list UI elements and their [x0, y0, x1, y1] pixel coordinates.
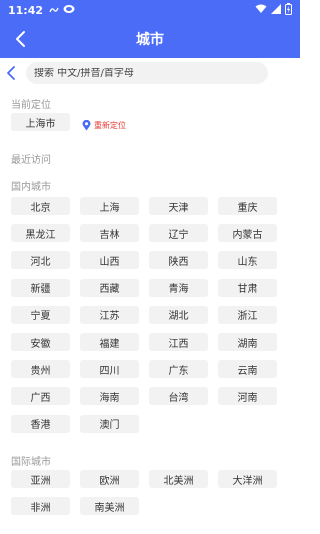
recent-visits-title: 最近访问: [11, 155, 51, 166]
city-chip[interactable]: 江苏: [80, 305, 139, 324]
city-chip[interactable]: 江西: [149, 333, 208, 351]
international-cities-title: 国际城市: [11, 457, 51, 468]
city-chip[interactable]: 辽宁: [149, 224, 208, 243]
page-title: 城市: [136, 32, 164, 48]
location-pin-icon: [82, 120, 91, 131]
city-chip[interactable]: 欧洲: [80, 470, 139, 488]
status-time: 11:42: [8, 3, 44, 17]
city-chip[interactable]: 新疆: [11, 278, 70, 297]
domestic-cities-title: 国内城市: [11, 182, 51, 193]
city-chip[interactable]: 湖北: [149, 305, 208, 324]
city-chip[interactable]: 海南: [80, 387, 139, 406]
search-row: [0, 60, 300, 86]
search-input[interactable]: [34, 67, 254, 79]
city-chip[interactable]: 宁夏: [11, 305, 70, 324]
chevron-left-icon: [7, 66, 15, 80]
city-chip[interactable]: 四川: [80, 360, 139, 379]
app-notification-icon: [63, 4, 75, 17]
city-chip[interactable]: 甘肃: [218, 278, 277, 297]
city-chip[interactable]: 广西: [11, 387, 70, 406]
city-chip[interactable]: 福建: [80, 333, 139, 351]
city-chip[interactable]: 内蒙古: [218, 224, 277, 243]
city-chip[interactable]: 天津: [149, 197, 208, 215]
city-chip[interactable]: 亚洲: [11, 470, 70, 488]
city-chip[interactable]: 香港: [11, 414, 70, 433]
chevron-left-icon: [16, 31, 25, 47]
app-header: 城市: [0, 20, 300, 58]
wifi-icon: [255, 4, 267, 17]
city-chip[interactable]: 非洲: [11, 497, 70, 515]
city-chip[interactable]: 广东: [149, 360, 208, 379]
status-bar: 11:42: [0, 0, 300, 20]
back-button[interactable]: [10, 29, 30, 49]
city-chip[interactable]: 北京: [11, 197, 70, 215]
city-chip[interactable]: 安徽: [11, 333, 70, 351]
city-chip[interactable]: 黑龙江: [11, 224, 70, 243]
city-chip[interactable]: 吉林: [80, 224, 139, 243]
search-box: [26, 62, 268, 84]
current-location-title: 当前定位: [11, 100, 51, 111]
city-chip[interactable]: 山西: [80, 251, 139, 270]
city-chip[interactable]: 台湾: [149, 387, 208, 406]
city-chip[interactable]: 北美洲: [149, 470, 208, 488]
relocate-link[interactable]: 重新定位: [82, 120, 126, 131]
city-chip[interactable]: 大洋洲: [218, 470, 277, 488]
city-chip[interactable]: 澳门: [80, 414, 139, 433]
city-chip[interactable]: 青海: [149, 278, 208, 297]
city-chip[interactable]: 重庆: [218, 197, 277, 215]
current-city-chip[interactable]: 上海市: [11, 113, 70, 131]
city-chip[interactable]: 贵州: [11, 360, 70, 379]
notification-icon: [49, 4, 59, 17]
city-chip[interactable]: 上海: [80, 197, 139, 215]
search-back-button[interactable]: [6, 65, 20, 81]
city-chip[interactable]: 云南: [218, 360, 277, 379]
city-chip[interactable]: 南美洲: [80, 497, 139, 515]
city-chip[interactable]: 河南: [218, 387, 277, 406]
relocate-label: 重新定位: [94, 121, 126, 130]
city-chip[interactable]: 西藏: [80, 278, 139, 297]
city-chip[interactable]: 山东: [218, 251, 277, 270]
signal-icon: [271, 3, 281, 17]
city-chip[interactable]: 浙江: [218, 305, 277, 324]
city-chip[interactable]: 陕西: [149, 251, 208, 270]
city-chip[interactable]: 湖南: [218, 333, 277, 351]
city-chip[interactable]: 河北: [11, 251, 70, 270]
battery-icon: [285, 2, 292, 18]
